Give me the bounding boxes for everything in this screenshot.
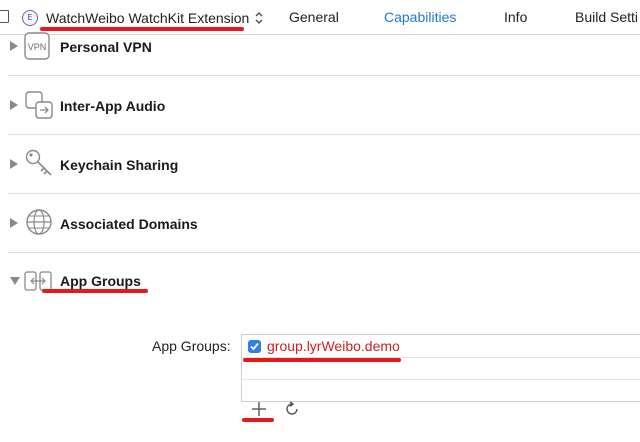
vpn-icon: VPN xyxy=(24,32,50,60)
app-groups-icon xyxy=(24,271,52,291)
list-divider xyxy=(242,379,640,380)
vpn-icon-text: VPN xyxy=(28,42,47,52)
capability-row-associated-domains: Associated Domains xyxy=(8,194,640,253)
key-icon xyxy=(25,149,52,176)
annotation-underline-group xyxy=(243,358,401,362)
annotation-underline-app-groups xyxy=(42,289,148,293)
disclosure-triangle[interactable] xyxy=(10,218,18,228)
disclosure-triangle[interactable] xyxy=(10,41,18,51)
capability-label: Associated Domains xyxy=(60,216,198,232)
app-groups-list: group.lyrWeibo.demo xyxy=(241,334,640,402)
disclosure-triangle[interactable] xyxy=(10,277,20,285)
capability-label: Keychain Sharing xyxy=(60,157,179,173)
annotation-underline-add xyxy=(242,418,274,422)
disclosure-triangle[interactable] xyxy=(10,100,18,110)
capability-label: App Groups xyxy=(60,273,141,289)
inter-app-audio-icon xyxy=(25,91,53,119)
add-group-button[interactable] xyxy=(250,400,268,418)
capability-row-inter-app-audio: Inter-App Audio xyxy=(8,76,640,135)
capability-label: Personal VPN xyxy=(60,39,152,55)
capability-row-personal-vpn: VPN Personal VPN xyxy=(8,17,640,76)
group-identifier: group.lyrWeibo.demo xyxy=(267,338,400,354)
refresh-icon[interactable] xyxy=(284,401,300,417)
app-groups-field-label: App Groups: xyxy=(152,338,231,354)
capability-row-keychain-sharing: Keychain Sharing xyxy=(8,135,640,194)
checkmark-icon xyxy=(250,342,259,351)
capability-label: Inter-App Audio xyxy=(60,98,166,114)
group-checkbox[interactable] xyxy=(248,340,261,353)
disclosure-triangle[interactable] xyxy=(10,159,18,169)
globe-icon xyxy=(26,209,52,235)
